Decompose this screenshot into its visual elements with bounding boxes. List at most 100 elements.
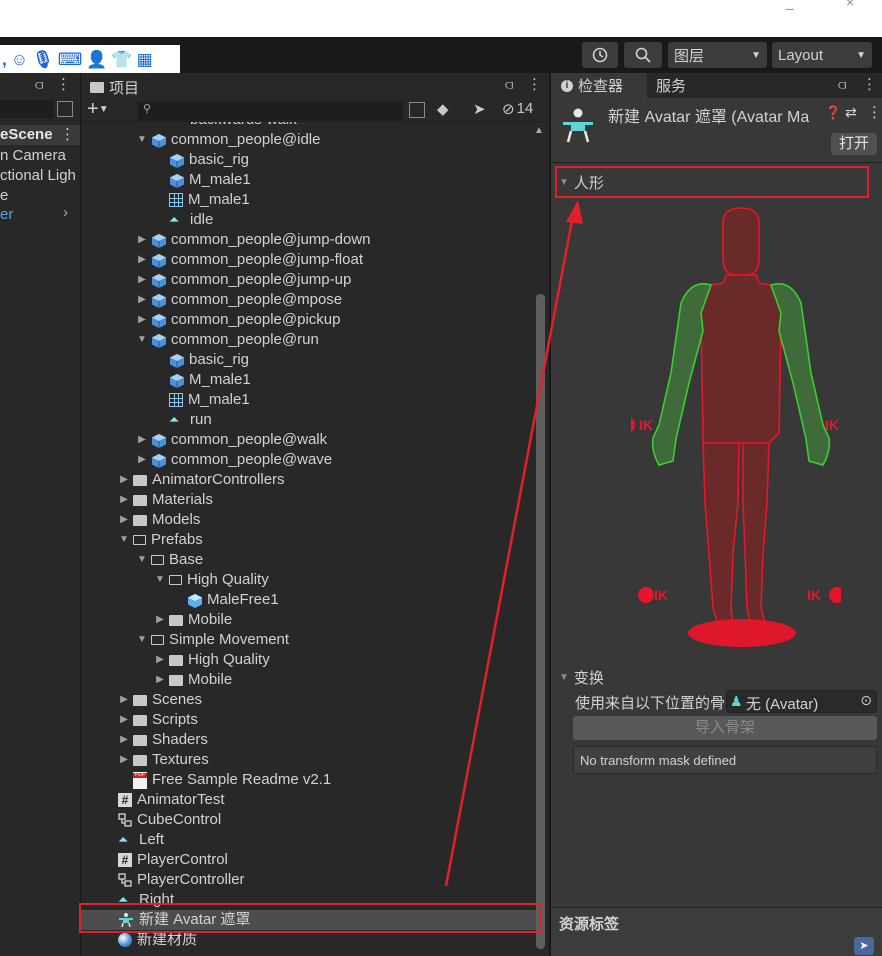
open-button[interactable]: 打开 — [831, 133, 877, 155]
grid-icon[interactable]: ▦ — [137, 51, 153, 68]
tree-folder-item[interactable]: ▼ common_people@idle — [136, 130, 320, 150]
more-icon[interactable]: ⋮ — [862, 75, 877, 93]
chevron-down-icon[interactable]: ▼ — [136, 550, 148, 570]
close-button[interactable]: × — [846, 0, 854, 10]
hidden-packages-toggle[interactable]: ⊘ 14 — [502, 100, 533, 118]
tree-folder-item[interactable]: ▶ Materials — [118, 490, 213, 510]
chevron-right-icon[interactable]: ▶ — [118, 710, 130, 730]
project-search-input[interactable]: ⚲ — [137, 101, 404, 121]
tree-folder-item[interactable]: ▶ Models — [118, 510, 200, 530]
lock-icon[interactable]: ⫏ — [505, 76, 513, 93]
tree-asset-item[interactable]: basic_rig — [154, 350, 249, 370]
user-icon[interactable]: 👤 — [86, 51, 107, 68]
tree-asset-item[interactable]: # AnimatorTest — [118, 790, 225, 810]
history-button[interactable] — [582, 42, 618, 68]
tree-asset-item[interactable]: ⏶ backwards-walk — [154, 122, 297, 130]
tree-asset-item[interactable]: 新建材质 — [118, 930, 197, 950]
chevron-down-icon[interactable]: ▼ — [118, 530, 130, 550]
chevron-right-icon[interactable]: › — [63, 204, 68, 221]
tree-asset-item[interactable]: basic_rig — [154, 150, 249, 170]
more-icon[interactable]: ⋮ — [527, 75, 542, 93]
tree-asset-item[interactable]: # PlayerControl — [118, 850, 228, 870]
scrollbar-thumb[interactable] — [536, 294, 545, 949]
chevron-down-icon[interactable]: ▼ — [136, 330, 148, 350]
avatar-object-field[interactable]: ♟ 无 (Avatar) ⊙ — [726, 690, 877, 713]
tree-asset-item[interactable]: M_male1 — [154, 370, 251, 390]
tab-project[interactable]: 项目 — [90, 75, 139, 100]
skin-icon[interactable]: 👕 — [111, 51, 132, 68]
transform-foldout[interactable]: ▼ 变换 — [559, 667, 604, 688]
chevron-right-icon[interactable]: ▶ — [118, 690, 130, 710]
tree-folder-item[interactable]: ▶ common_people@mpose — [136, 290, 342, 310]
chevron-right-icon[interactable]: ▶ — [154, 610, 166, 630]
tab-services[interactable]: 服务 — [656, 73, 686, 98]
tree-asset-item[interactable]: ⏶ run — [154, 410, 212, 430]
hierarchy-item[interactable]: er — [0, 205, 13, 225]
tree-folder-item[interactable]: ▶ Shaders — [118, 730, 208, 750]
hierarchy-item[interactable]: n Camera — [0, 146, 66, 166]
lock-icon[interactable]: ⫏ — [35, 76, 43, 93]
tree-asset-item[interactable]: M_male1 — [154, 390, 250, 410]
add-asset-button[interactable]: +▼ — [87, 99, 109, 120]
ik-left-hand-dot[interactable] — [631, 417, 635, 433]
help-icon[interactable]: ❓ — [825, 105, 841, 121]
filter-by-label-icon[interactable]: ➤ — [473, 100, 486, 118]
tree-asset-item[interactable]: M_male1 — [154, 170, 251, 190]
more-icon[interactable]: ⋮ — [56, 75, 71, 93]
chevron-right-icon[interactable]: ▶ — [118, 490, 130, 510]
ik-left-foot-dot[interactable] — [638, 587, 654, 603]
scroll-up-icon[interactable]: ▲ — [534, 125, 544, 136]
chevron-right-icon[interactable]: ▶ — [136, 230, 148, 250]
tree-asset-item[interactable]: Free Sample Readme v2.1 — [118, 770, 331, 790]
head-part[interactable] — [722, 207, 760, 276]
tree-asset-item[interactable]: PlayerController — [118, 870, 245, 890]
ik-right-foot-dot[interactable] — [829, 587, 841, 603]
search-mode-icon[interactable] — [409, 102, 425, 118]
label-tag-icon[interactable]: ➤ — [854, 937, 874, 955]
emoji-icon[interactable]: ☺ — [11, 51, 28, 68]
chevron-right-icon[interactable]: ▶ — [136, 270, 148, 290]
layout-dropdown[interactable]: Layout ▼ — [772, 42, 872, 68]
hierarchy-item[interactable]: e — [0, 186, 8, 206]
chevron-down-icon[interactable]: ▼ — [136, 630, 148, 650]
punctuation-icon[interactable]: , — [2, 51, 7, 68]
chevron-right-icon[interactable]: ▶ — [136, 250, 148, 270]
chevron-down-icon[interactable]: ▼ — [154, 570, 166, 590]
tree-folder-item[interactable]: ▶ common_people@pickup — [136, 310, 340, 330]
chevron-right-icon[interactable]: ▶ — [154, 670, 166, 690]
tree-folder-item[interactable]: ▶ High Quality — [154, 650, 270, 670]
hierarchy-item[interactable]: ctional Ligh — [0, 166, 76, 186]
tree-folder-item[interactable]: ▼ High Quality — [154, 570, 269, 590]
tree-folder-item[interactable]: ▶ common_people@jump-float — [136, 250, 363, 270]
object-picker-icon[interactable]: ⊙ — [860, 692, 872, 709]
chevron-right-icon[interactable]: ▶ — [136, 290, 148, 310]
chevron-right-icon[interactable]: ▶ — [136, 310, 148, 330]
tree-folder-item[interactable]: ▼ Base — [136, 550, 203, 570]
tree-folder-item[interactable]: ▶ Mobile — [154, 670, 232, 690]
tree-folder-item[interactable]: ▶ Scripts — [118, 710, 198, 730]
torso-part[interactable] — [698, 274, 784, 444]
layers-dropdown[interactable]: 图层 ▼ — [668, 42, 767, 68]
tree-folder-item[interactable]: ▼ Simple Movement — [136, 630, 289, 650]
tree-folder-item[interactable]: ▶ Scenes — [118, 690, 202, 710]
tree-folder-item[interactable]: ▶ common_people@jump-down — [136, 230, 370, 250]
tree-asset-item[interactable]: ⏶ idle — [154, 210, 213, 230]
preset-icon[interactable]: ⇄ — [845, 104, 857, 121]
chevron-down-icon[interactable]: ▼ — [136, 130, 148, 150]
tree-asset-item[interactable]: ⏶ Left — [118, 830, 164, 850]
tree-folder-item[interactable]: ▶ common_people@wave — [136, 450, 332, 470]
more-icon[interactable]: ⋮ — [867, 103, 882, 121]
keyboard-icon[interactable]: ⌨ — [58, 51, 83, 68]
chevron-right-icon[interactable]: ▶ — [136, 450, 148, 470]
lock-icon[interactable]: ⫏ — [838, 76, 846, 93]
chevron-right-icon[interactable]: ▶ — [136, 430, 148, 450]
tree-asset-item[interactable]: CubeControl — [118, 810, 221, 830]
tree-folder-item[interactable]: ▼ Prefabs — [118, 530, 203, 550]
minimize-button[interactable]: _ — [786, 0, 794, 10]
tab-inspector[interactable]: i 检查器 — [551, 73, 647, 98]
chevron-right-icon[interactable]: ▶ — [118, 470, 130, 490]
microphone-icon[interactable]: 🎙 — [32, 51, 54, 68]
tree-folder-item[interactable]: ▶ common_people@jump-up — [136, 270, 351, 290]
chevron-right-icon[interactable]: ▶ — [154, 650, 166, 670]
scene-row[interactable]: eScene ⋮ — [0, 125, 80, 145]
